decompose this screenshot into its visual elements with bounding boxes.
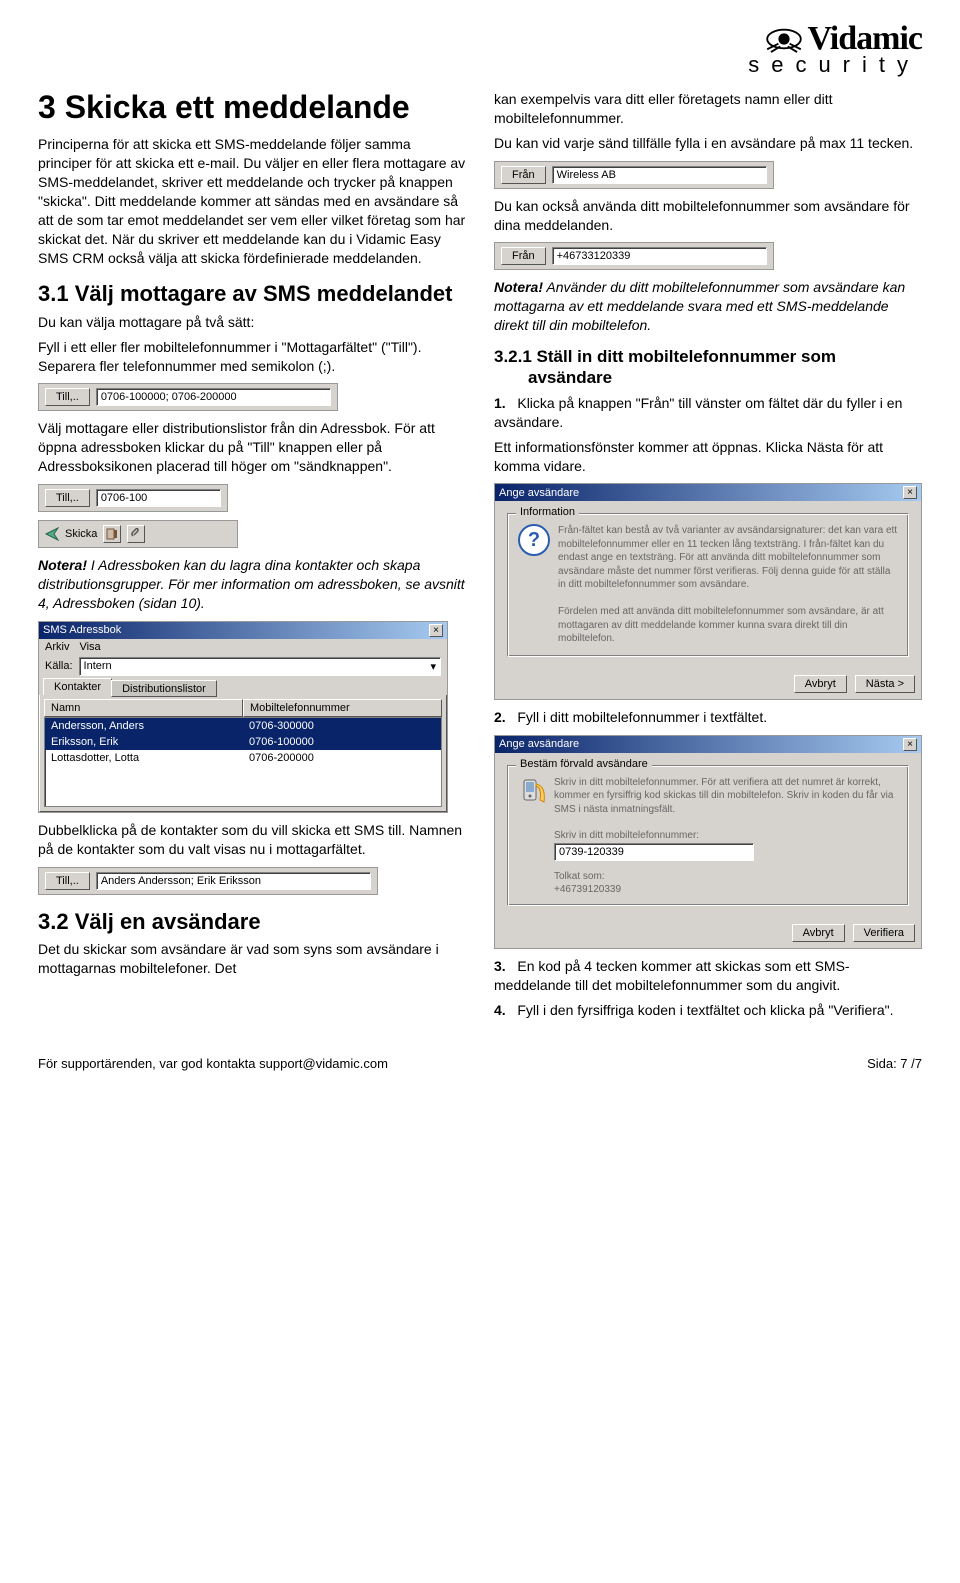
dialog-text: Från-fältet kan bestå av två varianter a… (558, 524, 898, 646)
step-4: 4. Fyll i den fyrsiffriga koden i textfä… (494, 1001, 922, 1020)
step-2: 2. Fyll i ditt mobiltelefonnummer i text… (494, 708, 922, 727)
heading-3: 3 Skicka ett meddelande (38, 90, 466, 125)
contact-row[interactable]: Andersson, Anders 0706-300000 (45, 718, 441, 734)
till-field-example-3: Till,.. Anders Andersson; Erik Eriksson (38, 867, 378, 895)
source-label: Källa: (45, 660, 73, 672)
till-field-example-2: Till,.. 0706-100 (38, 484, 228, 512)
addressbook-window: SMS Adressbok × ArkivVisa Källa: Intern … (38, 621, 448, 813)
source-dropdown[interactable]: Intern ▾ (79, 657, 441, 676)
attach-icon[interactable] (127, 525, 145, 543)
note-2: Notera! Använder du ditt mobiltelefonnum… (494, 278, 922, 335)
phone-icon (518, 778, 546, 806)
tab-contacts[interactable]: Kontakter (43, 678, 112, 695)
intro-paragraph: Principerna för att skicka ett SMS-medde… (38, 135, 466, 267)
till-field-example-1: Till,.. 0706-100000; 0706-200000 (38, 383, 338, 411)
next-button[interactable]: Nästa > (855, 675, 915, 693)
group-label: Information (516, 506, 579, 518)
send-icon (45, 527, 59, 541)
text: Välj mottagare eller distributionslistor… (38, 419, 466, 476)
window-title: SMS Adressbok (43, 624, 121, 636)
chevron-down-icon: ▾ (430, 660, 436, 673)
from-button[interactable]: Från (501, 166, 546, 184)
till-button[interactable]: Till,.. (45, 388, 90, 406)
till-button[interactable]: Till,.. (45, 872, 90, 890)
note-1: Notera! I Adressboken kan du lagra dina … (38, 556, 466, 613)
tab-distribution[interactable]: Distributionslistor (111, 680, 217, 697)
dialog-text: Skriv in ditt mobiltelefonnummer. För at… (554, 776, 898, 817)
text: Dubbelklicka på de kontakter som du vill… (38, 821, 466, 859)
text: Fyll i ett eller fler mobiltelefonnummer… (38, 338, 466, 376)
logo-subtext: security (748, 52, 922, 78)
brand-logo: Vidamic security (38, 20, 922, 78)
verify-button[interactable]: Verifiera (853, 924, 915, 942)
text: Ett informationsfönster kommer att öppna… (494, 438, 922, 476)
close-icon[interactable]: × (903, 738, 917, 751)
parsed-label: Tolkat som: (554, 871, 898, 882)
till-input[interactable]: 0706-100 (96, 489, 221, 507)
heading-3-2: 3.2 Välj en avsändare (38, 909, 466, 934)
phone-label: Skriv in ditt mobiltelefonnummer: (554, 830, 898, 841)
step-1: 1. Klicka på knappen "Från" till vänster… (494, 394, 922, 432)
col-name[interactable]: Namn (44, 699, 243, 717)
cancel-button[interactable]: Avbryt (792, 924, 845, 942)
footer-support: För supportärenden, var god kontakta sup… (38, 1056, 388, 1071)
contact-row[interactable]: Eriksson, Erik 0706-100000 (45, 734, 441, 750)
text: Du kan välja mottagare på två sätt: (38, 313, 466, 332)
text: kan exempelvis vara ditt eller företaget… (494, 90, 922, 128)
window-title: Ange avsändare (499, 738, 579, 750)
text: Det du skickar som avsändare är vad som … (38, 940, 466, 978)
step-3: 3. En kod på 4 tecken kommer att skickas… (494, 957, 922, 995)
phone-input[interactable]: 0739-120339 (554, 843, 754, 861)
from-input[interactable]: +46733120339 (552, 247, 767, 265)
sender-dialog-info: Ange avsändare × Information ? Från-fält… (494, 483, 922, 700)
parsed-value: +46739120339 (554, 884, 898, 895)
close-icon[interactable]: × (903, 486, 917, 499)
sender-dialog-verify: Ange avsändare × Bestäm förvald avsändar… (494, 735, 922, 950)
eye-icon (765, 25, 803, 53)
heading-3-2-1: 3.2.1 Ställ in ditt mobiltelefonnummer s… (494, 347, 922, 388)
till-input[interactable]: Anders Andersson; Erik Eriksson (96, 872, 371, 890)
till-button[interactable]: Till,.. (45, 489, 90, 507)
cancel-button[interactable]: Avbryt (794, 675, 847, 693)
from-input[interactable]: Wireless AB (552, 166, 767, 184)
footer-page: Sida: 7 /7 (867, 1056, 922, 1071)
from-field-example-1: Från Wireless AB (494, 161, 774, 189)
text: Du kan vid varje sänd tillfälle fylla i … (494, 134, 922, 153)
group-label: Bestäm förvald avsändare (516, 758, 652, 770)
menubar[interactable]: ArkivVisa (39, 639, 447, 655)
from-button[interactable]: Från (501, 247, 546, 265)
till-input[interactable]: 0706-100000; 0706-200000 (96, 388, 331, 406)
heading-3-1: 3.1 Välj mottagare av SMS meddelandet (38, 281, 466, 306)
from-field-example-2: Från +46733120339 (494, 242, 774, 270)
send-toolbar: Skicka (38, 520, 238, 548)
text: Du kan också använda ditt mobiltelefonnu… (494, 197, 922, 235)
col-phone[interactable]: Mobiltelefonnummer (243, 699, 442, 717)
window-title: Ange avsändare (499, 487, 579, 499)
info-icon: ? (518, 524, 550, 556)
contact-row[interactable]: Lottasdotter, Lotta 0706-200000 (45, 750, 441, 766)
send-label[interactable]: Skicka (65, 528, 97, 540)
close-icon[interactable]: × (429, 624, 443, 637)
addressbook-icon[interactable] (103, 525, 121, 543)
